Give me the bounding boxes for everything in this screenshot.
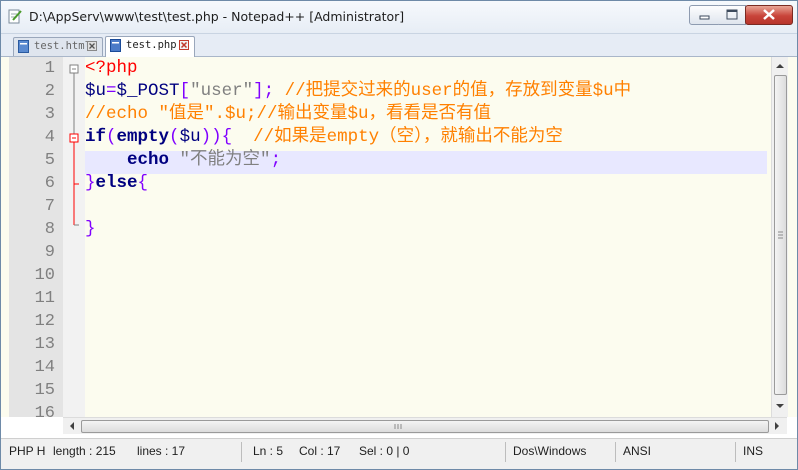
close-button[interactable] [745, 5, 793, 25]
code-line-4: if(empty($u)){ //如果是empty（空），就输出不能为空 [85, 127, 563, 147]
line-number: 14 [34, 358, 55, 377]
minimize-button[interactable] [689, 5, 721, 25]
status-insert-mode: INS [743, 444, 764, 458]
grip-icon [778, 231, 783, 239]
status-bar: PHP H length : 215 lines : 17 Ln : 5 Col… [1, 438, 797, 469]
fold-markers [69, 64, 79, 226]
status-separator [735, 442, 736, 462]
grip-icon [394, 424, 402, 429]
code-line-6: }else{ [85, 173, 149, 193]
tab-label: test.html [34, 40, 91, 52]
tab-bar: test.html test.php [1, 34, 797, 57]
code-line-5: echo "不能为空"; [127, 150, 282, 170]
line-number: 5 [44, 151, 55, 170]
notepad-icon [7, 8, 23, 24]
line-number: 16 [34, 404, 55, 423]
line-number-gutter: 1 2 3 4 5 6 7 8 9 10 11 12 13 14 15 16 [9, 57, 63, 423]
line-number: 6 [44, 174, 55, 193]
code-line-2: $u=$_POST["user"]; //把提交过来的user的值，存放到变量$… [85, 81, 632, 101]
vertical-scroll-thumb[interactable] [774, 75, 787, 395]
tab-close-icon[interactable] [87, 41, 97, 51]
status-lines: lines : 17 [137, 444, 186, 458]
code-line-3: //echo "值是".$u;//输出变量$u，看看是否有值 [85, 104, 492, 124]
line-number: 10 [34, 266, 55, 285]
tab-test-php[interactable]: test.php [105, 36, 195, 57]
line-number: 13 [34, 335, 55, 354]
minimize-icon [699, 15, 710, 20]
status-encoding: ANSI [623, 444, 652, 458]
scroll-left-icon[interactable] [66, 418, 78, 434]
status-line: Ln : 5 [253, 444, 284, 458]
line-number: 3 [44, 105, 55, 124]
line-number: 1 [44, 59, 55, 78]
title-bar[interactable]: D:\AppServ\www\test\test.php - Notepad++… [1, 1, 797, 34]
code-line-8: } [85, 219, 96, 239]
tab-test-html[interactable]: test.html [13, 37, 103, 56]
line-number: 15 [34, 381, 55, 400]
scroll-up-icon[interactable] [772, 60, 788, 72]
editor[interactable]: 1 2 3 4 5 6 7 8 9 10 11 12 13 14 15 16 <… [1, 57, 797, 423]
line-number: 12 [34, 312, 55, 331]
status-separator [615, 442, 616, 462]
vertical-scrollbar[interactable] [771, 57, 788, 417]
line-number: 11 [34, 289, 55, 308]
status-column: Col : 17 [299, 444, 341, 458]
fold-margin[interactable] [63, 57, 85, 417]
close-icon [763, 9, 775, 20]
line-number: 4 [44, 128, 55, 147]
horizontal-scrollbar[interactable] [63, 417, 787, 434]
status-length: length : 215 [53, 444, 116, 458]
status-selection: Sel : 0 | 0 [359, 444, 410, 458]
file-icon [18, 40, 29, 53]
file-icon [110, 39, 121, 52]
notepad-window: D:\AppServ\www\test\test.php - Notepad++… [0, 0, 798, 470]
window-title: D:\AppServ\www\test\test.php - Notepad++… [29, 9, 405, 24]
status-separator [241, 442, 242, 462]
status-language: PHP H [9, 444, 46, 458]
tab-label: test.php [126, 39, 177, 51]
line-number: 2 [44, 82, 55, 101]
status-eol: Dos\Windows [513, 444, 587, 458]
tab-close-icon[interactable] [179, 40, 189, 50]
status-separator [505, 442, 506, 462]
horizontal-scroll-thumb[interactable] [81, 420, 769, 433]
line-number: 7 [44, 197, 55, 216]
scroll-down-icon[interactable] [772, 400, 788, 412]
scroll-right-icon[interactable] [771, 418, 783, 434]
maximize-button[interactable] [719, 5, 746, 25]
code-line-1: <?php [85, 58, 138, 78]
code-area[interactable]: <?php $u=$_POST["user"]; //把提交过来的user的值，… [85, 57, 771, 417]
maximize-icon [726, 9, 738, 20]
line-number: 9 [44, 243, 55, 262]
line-number: 8 [44, 220, 55, 239]
